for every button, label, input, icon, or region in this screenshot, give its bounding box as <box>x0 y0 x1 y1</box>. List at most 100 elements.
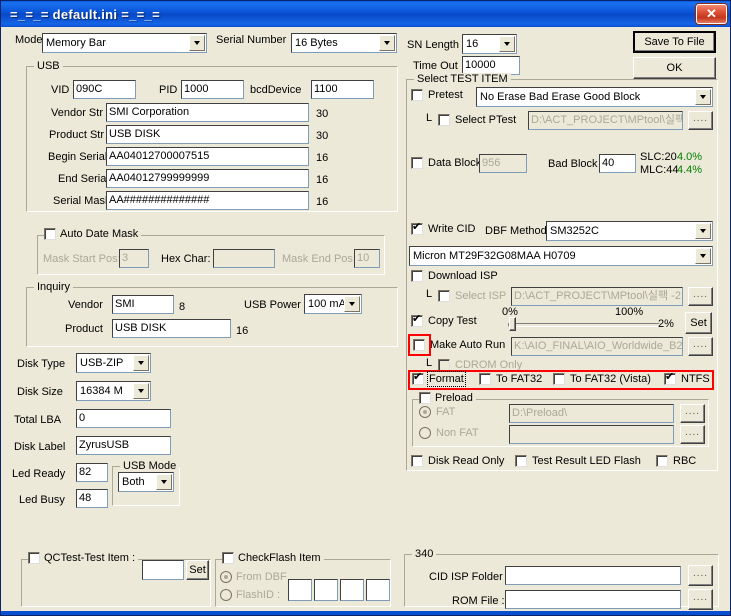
pretest-mode-select[interactable]: No Erase Bad Erase Good Block <box>476 87 713 107</box>
data-block-checkbox[interactable] <box>411 157 423 169</box>
flashid-box-3[interactable] <box>366 579 390 601</box>
chevron-down-icon[interactable] <box>499 36 515 52</box>
chevron-down-icon[interactable] <box>156 474 172 490</box>
flashid-box-1[interactable] <box>314 579 338 601</box>
chevron-down-icon[interactable] <box>695 89 711 105</box>
qctest-set-button[interactable]: Set <box>186 560 209 580</box>
format-row[interactable]: Format <box>412 371 466 387</box>
bcddevice-input[interactable]: 1100 <box>311 80 374 99</box>
to-fat32-vista-row[interactable]: To FAT32 (Vista) <box>553 373 651 385</box>
ntfs-row[interactable]: NTFS <box>664 371 710 385</box>
dbf-method-select[interactable]: SM3252C <box>546 221 713 241</box>
auto-date-mask-checkbox[interactable] <box>44 228 56 240</box>
cid-isp-folder-input[interactable] <box>505 566 681 585</box>
disk-label-input[interactable]: ZyrusUSB <box>76 436 171 455</box>
save-to-file-button[interactable]: Save To File <box>633 31 716 53</box>
serial-mask-input[interactable]: AA############## <box>106 191 309 210</box>
end-serial-input[interactable]: AA04012799999999 <box>106 169 309 188</box>
select-isp-path-input: D:\ACT_PROJECT\MPtool\실팩 -2 <box>511 287 683 306</box>
total-lba-input[interactable]: 0 <box>76 409 171 428</box>
chevron-down-icon[interactable] <box>133 355 149 371</box>
test-result-led-row[interactable]: Test Result LED Flash <box>515 455 641 467</box>
inquiry-vendor-input[interactable]: SMI <box>112 295 174 314</box>
mode-select[interactable]: Memory Bar <box>42 33 207 53</box>
serial-number-label: Serial Number <box>216 34 287 46</box>
cid-isp-browse-button[interactable]: .... <box>688 565 713 586</box>
chevron-down-icon[interactable] <box>695 223 711 239</box>
format-checkbox[interactable] <box>412 371 424 385</box>
slc-label: SLC:20 <box>640 151 677 163</box>
rom-file-input[interactable] <box>505 590 681 609</box>
chevron-down-icon[interactable] <box>189 35 205 51</box>
to-fat32-checkbox[interactable] <box>479 373 491 385</box>
copy-test-set-button[interactable]: Set <box>685 312 712 334</box>
vendor-str-input[interactable]: SMI Corporation <box>106 103 309 122</box>
disk-size-select[interactable]: 16384 M <box>76 381 151 401</box>
disk-read-only-row[interactable]: Disk Read Only <box>411 455 504 467</box>
vid-input[interactable]: 090C <box>73 80 136 99</box>
disk-type-select[interactable]: USB-ZIP <box>76 353 151 373</box>
close-icon[interactable]: ✕ <box>696 4 727 24</box>
write-cid-row[interactable]: Write CID <box>411 221 475 235</box>
copy-test-row[interactable]: Copy Test <box>411 313 477 327</box>
rom-file-browse-button[interactable]: .... <box>688 589 713 610</box>
sn-length-select[interactable]: 16 <box>462 34 517 54</box>
ntfs-checkbox[interactable] <box>664 371 676 385</box>
begin-serial-input[interactable]: AA04012700007515 <box>106 147 309 166</box>
download-isp-checkbox[interactable] <box>411 270 423 282</box>
data-block-row[interactable]: Data Block <box>411 157 481 169</box>
copy-test-slider-thumb[interactable] <box>509 317 516 331</box>
to-fat32-row[interactable]: To FAT32 <box>479 373 542 385</box>
test-result-led-checkbox[interactable] <box>515 455 527 467</box>
rbc-checkbox[interactable] <box>656 455 668 467</box>
download-isp-row[interactable]: Download ISP <box>411 270 498 282</box>
non-fat-label: Non FAT <box>436 427 479 439</box>
to-fat32-vista-checkbox[interactable] <box>553 373 565 385</box>
product-str-input[interactable]: USB DISK <box>106 125 309 144</box>
select-ptest-row[interactable]: Select PTest <box>438 114 516 126</box>
usb-power-select[interactable]: 100 mA <box>304 294 362 314</box>
chevron-down-icon[interactable] <box>695 248 711 264</box>
pretest-row[interactable]: Pretest <box>411 89 463 101</box>
pid-input[interactable]: 1000 <box>181 80 244 99</box>
inquiry-product-input[interactable]: USB DISK <box>112 319 231 338</box>
ok-button[interactable]: OK <box>633 57 716 79</box>
rbc-row[interactable]: RBC <box>656 455 696 467</box>
fat-label: FAT <box>436 406 456 418</box>
write-cid-checkbox[interactable] <box>411 221 423 235</box>
bad-block-input[interactable]: 40 <box>599 154 636 173</box>
serial-number-select[interactable]: 16 Bytes <box>291 33 397 53</box>
led-ready-input[interactable]: 82 <box>76 463 108 482</box>
make-auto-run-browse-button: .... <box>688 337 713 356</box>
led-busy-input[interactable]: 48 <box>76 489 108 508</box>
cdrom-only-row: CDROM Only <box>438 359 522 371</box>
usb-mode-select[interactable]: Both <box>118 472 174 492</box>
preload-checkbox[interactable] <box>419 392 431 404</box>
flashid-box-2[interactable] <box>340 579 364 601</box>
disk-label-label: Disk Label <box>14 441 66 453</box>
copy-test-slider-track[interactable] <box>508 323 660 327</box>
select-isp-row[interactable]: Select ISP <box>438 290 506 302</box>
copy-test-checkbox[interactable] <box>411 313 423 327</box>
end-serial-length: 16 <box>316 174 329 186</box>
usb-power-value: 100 mA <box>308 298 346 310</box>
select-ptest-checkbox[interactable] <box>438 114 450 126</box>
select-ptest-path-input: D:\ACT_PROJECT\MPtool\실팩 <box>528 111 683 130</box>
checkflash-checkbox[interactable] <box>222 552 234 564</box>
qctest-input[interactable] <box>142 560 184 580</box>
chevron-down-icon[interactable] <box>344 296 360 312</box>
make-auto-run-checkbox[interactable] <box>413 339 425 351</box>
pretest-checkbox[interactable] <box>411 89 423 101</box>
mask-start-pos-input: 3 <box>119 249 149 268</box>
make-auto-run-row[interactable]: Make Auto Run <box>413 339 505 351</box>
hex-char-input[interactable] <box>213 249 275 268</box>
qctest-checkbox[interactable] <box>28 552 40 564</box>
chevron-down-icon[interactable] <box>379 35 395 51</box>
disk-read-only-checkbox[interactable] <box>411 455 423 467</box>
sn-length-value: 16 <box>466 38 479 50</box>
flash-select[interactable]: Micron MT29F32G08MAA H0709 <box>409 246 713 266</box>
disk-type-label: Disk Type <box>17 358 66 370</box>
flashid-box-0[interactable] <box>288 579 312 601</box>
select-isp-checkbox[interactable] <box>438 290 450 302</box>
chevron-down-icon[interactable] <box>133 383 149 399</box>
